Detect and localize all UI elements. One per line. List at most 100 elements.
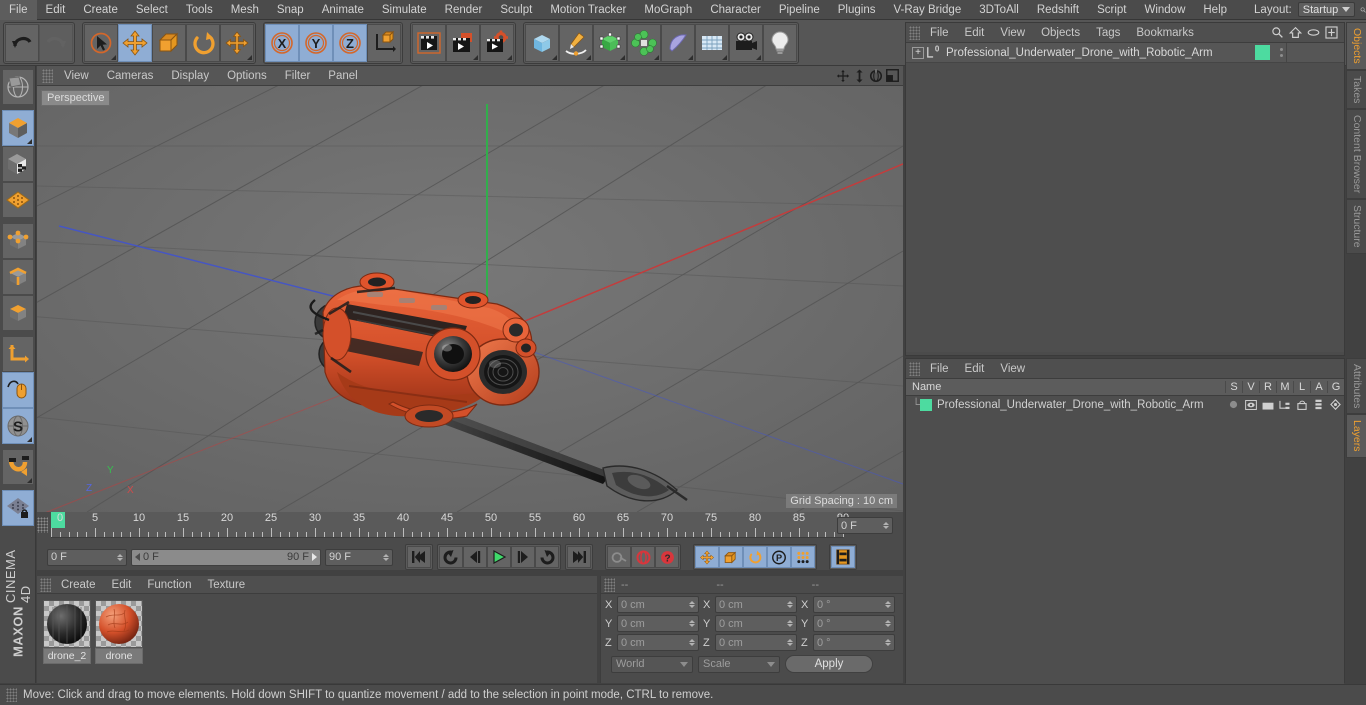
add-cube-button[interactable] [525,24,559,62]
stepper-icon[interactable] [885,620,891,627]
stepper-icon[interactable] [787,620,793,627]
point-mode-button[interactable] [2,223,34,259]
stepper-icon[interactable] [689,639,695,646]
size-y-field[interactable]: 0 cm [715,615,797,632]
menu-snap[interactable]: Snap [268,0,313,20]
layer-menu-edit[interactable]: Edit [957,359,993,379]
tab-attributes[interactable]: Attributes [1346,358,1366,414]
menu-sculpt[interactable]: Sculpt [491,0,541,20]
stepper-icon[interactable] [689,620,695,627]
object-menu-file[interactable]: File [922,23,957,43]
workplane-mode-button[interactable] [2,182,34,218]
layer-solo-toggle[interactable] [1225,400,1242,409]
scale-key-button[interactable] [719,546,743,568]
menu-mograph[interactable]: MoGraph [635,0,701,20]
record-active-objects-button[interactable] [607,546,631,568]
object-menu-objects[interactable]: Objects [1033,23,1088,43]
redo-button[interactable] [39,24,73,62]
tab-structure[interactable]: Structure [1346,199,1366,254]
object-tree[interactable]: + 0 Professional_Underwater_Drone_with_R… [906,43,1344,352]
viewport-menu-panel[interactable]: Panel [319,66,366,86]
viewport-menu-options[interactable]: Options [218,66,276,86]
menu-pipeline[interactable]: Pipeline [770,0,829,20]
render-settings-button[interactable] [480,24,514,62]
make-editable-button[interactable] [2,69,34,105]
autokeying-button[interactable] [631,546,655,568]
current-frame-display[interactable]: 0 F [837,517,893,534]
layer-menu-file[interactable]: File [922,359,957,379]
panel-grip-icon[interactable] [604,578,615,592]
texture-mode-button[interactable] [2,146,34,182]
parameter-key-button[interactable]: P [767,546,791,568]
object-row[interactable]: + 0 Professional_Underwater_Drone_with_R… [906,43,1344,63]
rotation-y-field[interactable]: 0 ° [813,615,895,632]
panel-grip-icon[interactable] [6,688,17,702]
tag-dots-icon[interactable] [1276,48,1286,57]
fit-icon[interactable] [1325,26,1338,39]
menu-redshift[interactable]: Redshift [1028,0,1088,20]
add-spline-button[interactable] [559,24,593,62]
search-icon[interactable] [1271,26,1284,39]
add-generator-button[interactable] [593,24,627,62]
layer-visible-toggle[interactable] [1242,400,1259,410]
move-tool-button[interactable] [118,24,152,62]
maximize-viewport-icon[interactable] [886,69,899,82]
layer-menu-view[interactable]: View [992,359,1033,379]
menu-script[interactable]: Script [1088,0,1135,20]
add-deformer-button[interactable] [661,24,695,62]
go-to-end-button[interactable] [567,546,591,568]
stepper-icon[interactable] [885,601,891,608]
position-key-button[interactable] [695,546,719,568]
layer-color-swatch[interactable] [920,399,932,411]
timeline-toggle-button[interactable] [831,546,855,568]
material-thumbnail[interactable] [43,600,91,648]
material-menu-function[interactable]: Function [139,576,199,594]
rotate-tool-button[interactable] [186,24,220,62]
rotate-icon[interactable] [869,69,883,83]
menu-3dtoall[interactable]: 3DToAll [970,0,1028,20]
preview-range-bar[interactable]: 0 F 90 F [131,549,321,566]
position-z-field[interactable]: 0 cm [617,634,699,651]
z-axis-button[interactable]: Z [333,24,367,62]
soft-selection-button[interactable]: S [2,408,34,444]
y-axis-button[interactable]: Y [299,24,333,62]
apply-button[interactable]: Apply [785,655,873,673]
world-coordinate-button[interactable] [367,24,401,62]
layer-render-toggle[interactable] [1259,400,1276,410]
menu-animate[interactable]: Animate [313,0,373,20]
range-right-arrow-icon[interactable] [312,553,317,561]
workplane-lock-button[interactable] [2,490,34,526]
object-axis-mode-button[interactable] [2,336,34,372]
menu-simulate[interactable]: Simulate [373,0,436,20]
rotation-z-field[interactable]: 0 ° [813,634,895,651]
layer-row[interactable]: └ Professional_Underwater_Drone_with_Rob… [906,396,1344,413]
layer-lock-toggle[interactable] [1293,399,1310,410]
panel-grip-icon[interactable] [909,26,920,40]
play-reverse-button[interactable] [439,546,463,568]
stepper-icon[interactable] [117,554,123,561]
stepper-icon[interactable] [787,601,793,608]
point-level-animation-button[interactable] [791,546,815,568]
size-x-field[interactable]: 0 cm [715,596,797,613]
menu-plugins[interactable]: Plugins [829,0,885,20]
stepper-icon[interactable] [885,639,891,646]
menu-window[interactable]: Window [1135,0,1194,20]
menu-mesh[interactable]: Mesh [222,0,268,20]
loop-button[interactable] [535,546,559,568]
material-menu-texture[interactable]: Texture [199,576,253,594]
menu-file[interactable]: File [0,0,37,20]
frame-end-field[interactable]: 90 F [325,549,393,566]
move-axis-tool-button[interactable] [220,24,254,62]
menu-edit[interactable]: Edit [37,0,75,20]
material-menu-edit[interactable]: Edit [104,576,140,594]
tab-takes[interactable]: Takes [1346,70,1366,109]
search-icon[interactable] [1360,2,1366,18]
size-z-field[interactable]: 0 cm [715,634,797,651]
material-item[interactable]: drone [95,600,143,664]
object-menu-tags[interactable]: Tags [1088,23,1128,43]
rotation-x-field[interactable]: 0 ° [813,596,895,613]
viewport-menu-view[interactable]: View [55,66,98,86]
add-mograph-button[interactable] [627,24,661,62]
stepper-icon[interactable] [787,639,793,646]
tab-content-browser[interactable]: Content Browser [1346,109,1366,199]
